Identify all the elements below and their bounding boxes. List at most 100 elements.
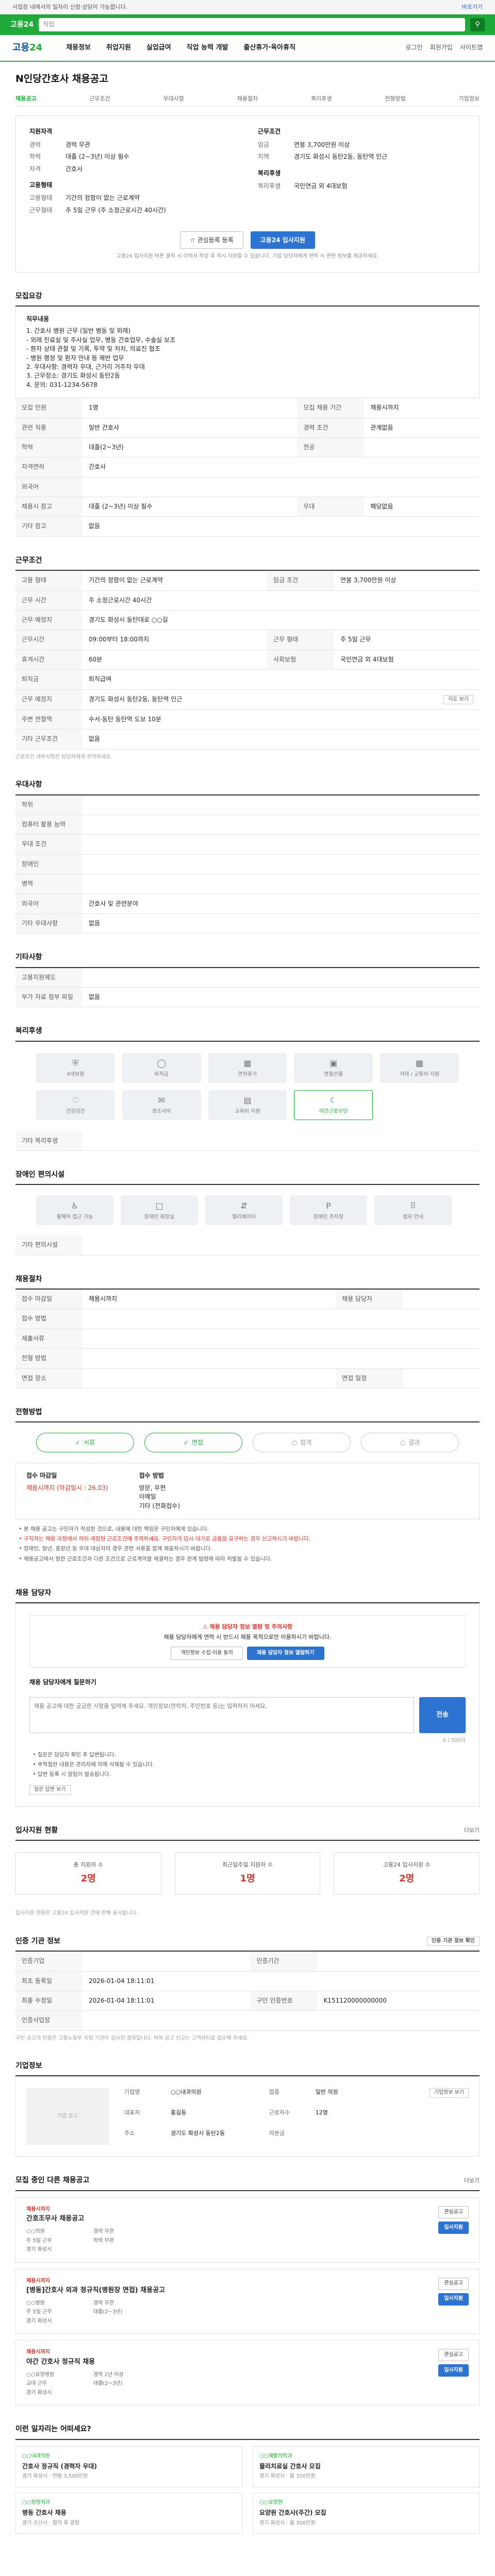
section-work: 근무조건 고용 형태 기간의 정함이 없는 근로계약 임금 조건 연봉 3,700만원… <box>15 555 480 761</box>
section-company: 기업정보 기업 로고 기업명 ○○내과의원 업종 일반 의원 대표자 홍길동 근로자수 12… <box>15 2061 480 2157</box>
section-recommend: 이런 일자리는 어떠세요? ○○내과의원 간호사 정규직 (경력자 우대) 경기 화… <box>15 2424 480 2534</box>
save-button[interactable]: ☆ 관심등록 등록 <box>180 231 243 249</box>
sitemap-link[interactable]: 사이트맵 <box>460 43 483 52</box>
welfare-item: ▩ 식대 / 교통비 지원 <box>380 1053 459 1083</box>
signup-link[interactable]: 회원가입 <box>430 43 453 52</box>
nav-item-leave[interactable]: 출산휴가·육아휴직 <box>244 43 296 53</box>
tab-process[interactable]: 채용절차 <box>237 95 258 103</box>
heart-icon: ♡ <box>72 1095 79 1105</box>
welfare-item: ⛨ 4대보험 <box>36 1053 115 1083</box>
consent-button[interactable]: 개인정보 수집·이용 동의 <box>171 1646 243 1660</box>
recommend-card[interactable]: ○○내과의원 간호사 정규직 (경력자 우대) 경기 화성시 · 연봉 3,500만… <box>15 2446 242 2487</box>
view-answers-button[interactable]: 질문 답변 보기 <box>29 1785 71 1795</box>
section-pref: 우대사항 학위 컴퓨터 활용 능력 우대 조건 장애인 병역 외국어 간호사 및 … <box>15 779 480 934</box>
step-result: ○ 결과 <box>361 1433 459 1453</box>
welfare-item: ▣ 명절선물 <box>294 1053 373 1083</box>
summary-card: 지원자격 경력 경력 무관 학력 대졸 (2~3년) 이상 필수 자격 간호사 고용형… <box>15 115 480 273</box>
section-other: 기타사항 고용지원제도 부가 자료 첨부 파일 없음 <box>15 952 480 1008</box>
bookmark-button[interactable]: 관심공고 <box>438 2349 469 2362</box>
content: N인당간호사 채용공고 채용공고 근무조건 우대사항 채용절차 복리후생 전형방… <box>15 62 480 2534</box>
work-note: 근로조건 세부사항은 담당자에게 문의하세요. <box>15 754 112 760</box>
nav-item-employment[interactable]: 취업지원 <box>106 43 131 53</box>
nav-item-jobs[interactable]: 채용정보 <box>66 43 91 53</box>
search-logo[interactable]: 고용24 <box>10 20 34 30</box>
tab-recruit[interactable]: 채용공고 <box>15 95 36 103</box>
summary-label: 고용형태 <box>29 181 53 189</box>
recommend-card[interactable]: ○○요양원 요양원 간호사(주간) 모집 경기 화성시 · 월 300만원 <box>253 2492 480 2534</box>
section-recruit: 모집요강 직무내용 1. 간호사 병원 근무 (일반 병동 및 외래) - 외래 … <box>15 291 480 537</box>
nav-item-training[interactable]: 직업 능력 개발 <box>187 43 228 53</box>
view-contact-button[interactable]: 채용 담당자 정보 열람하기 <box>246 1646 324 1660</box>
moon-icon: ☾ <box>329 1095 337 1105</box>
process-notes: 본 채용 공고는 구인자가 작성한 것으로, 내용에 대한 책임은 구인자에게 … <box>15 1519 480 1569</box>
tab-pref[interactable]: 우대사항 <box>163 95 184 103</box>
page-title: N인당간호사 채용공고 <box>15 73 108 84</box>
tab-method[interactable]: 전형방법 <box>385 95 405 103</box>
contact-notice: ⚠ 채용 담당자 정보 열람 및 주의사항 채용 담당자에게 연락 시 반드시 … <box>29 1615 466 1668</box>
warning-icon: ⚠ <box>202 1623 210 1631</box>
gift-icon: ▣ <box>329 1058 338 1068</box>
recommend-card[interactable]: ○○재활의학과 물리치료실 간호사 모집 경기 화성시 · 월 320만원 <box>253 2446 480 2487</box>
wheelchair-icon: ♿ <box>71 1200 79 1211</box>
apply-button[interactable]: 입사지원 <box>438 2221 469 2234</box>
nav-item-unemployment[interactable]: 실업급여 <box>146 43 171 53</box>
search-icon[interactable]: ⚲ <box>470 18 485 31</box>
apply-button[interactable]: 입사지원 <box>438 2364 469 2377</box>
list-item[interactable]: 채용시까지 간호조무사 채용공고 ○○의원 경력 무관 주 5일 근무 학력 무관 경기 … <box>15 2197 480 2263</box>
calendar-icon: ▦ <box>243 1058 252 1068</box>
search-input[interactable]: 직업 <box>39 18 465 31</box>
parking-icon: P <box>326 1200 331 1211</box>
apply-note: 고용24 입사지원 버튼 클릭 시 이력서 작성 후 즉시 지원할 수 있습니다… <box>116 253 379 260</box>
check-icon: ✓ <box>183 1438 189 1446</box>
status-more-link[interactable]: 더보기 <box>464 1826 480 1835</box>
info-button[interactable]: 인증 기관 정보 확인 <box>426 1936 480 1946</box>
disability-grid: ♿ 휠체어 접근 가능 □ 장애인 화장실 ⇵ 엘리베이터 P 장애인 주차장 ⠿ 점자 … <box>15 1185 480 1235</box>
apply-button[interactable]: 입사지원 <box>438 2293 469 2306</box>
pref-table: 학위 컴퓨터 활용 능력 우대 조건 장애인 병역 외국어 간호사 및 관련분야 … <box>15 795 480 934</box>
list-item[interactable]: 채용시까지 야간 간호사 정규직 채용 ○○요양병원 경력 2년 이상 교대 근무 대졸… <box>15 2340 480 2406</box>
facility-item: P 장애인 주차장 <box>290 1195 367 1226</box>
star-icon: ☆ <box>190 236 197 244</box>
braille-icon: ⠿ <box>410 1200 416 1211</box>
section-similar: 모집 중인 다른 채용공고 더보기 채용시까지 간호조무사 채용공고 ○○의원 경력 … <box>15 2175 480 2406</box>
recommend-card[interactable]: ○○정형외과 병동 간호사 채용 경기 오산시 · 협의 후 결정 <box>15 2492 242 2534</box>
section-process: 전형방법 ✓ 서류 ✓ 면접 ○ 합격 ○ 결과 접수 마감일 채용시까지 (마감일시 :… <box>15 1407 480 1569</box>
section-manager: 채용절차 접수 마감일 채용시까지 채용 담당자 접수 방법 제출서류 전형 방법 … <box>15 1274 480 1389</box>
facility-item: ⇵ 엘리베이터 <box>205 1195 283 1226</box>
brand-logo[interactable]: 고용24 <box>12 41 42 55</box>
welfare-item: ▦ 연차휴가 <box>208 1053 287 1083</box>
top-notice-link[interactable]: 바로가기 <box>462 3 483 11</box>
tab-work[interactable]: 근무조건 <box>89 95 110 103</box>
company-info-button[interactable]: 기업정보 보기 <box>429 2088 469 2098</box>
apply-button[interactable]: 고용24 입사지원 <box>250 231 315 249</box>
question-input[interactable] <box>29 1697 414 1734</box>
dot-icon: ○ <box>400 1438 406 1446</box>
send-question-button[interactable]: 전송 <box>419 1697 466 1734</box>
recruit-table: 모집 인원 1명 모집 채용 기간 채용시까지 관련 직종 일반 간호사 경력 조건 관계없… <box>15 398 480 537</box>
section-status: 입사지원 현황 더보기 총 지원자 수 2명 최근일주일 지원자 수 1명 고용24 … <box>15 1826 480 1917</box>
tab-welfare[interactable]: 복리후생 <box>311 95 332 103</box>
login-link[interactable]: 로그인 <box>406 43 423 52</box>
step-document: ✓ 서류 <box>36 1433 134 1453</box>
facility-item: □ 장애인 화장실 <box>121 1195 198 1226</box>
map-button[interactable]: 지도 보기 <box>443 694 473 705</box>
stat-card: 최근일주일 지원자 수 1명 <box>174 1852 321 1895</box>
stat-card: 총 지원자 수 2명 <box>15 1852 161 1895</box>
book-icon: ▤ <box>243 1095 252 1105</box>
coin-icon: ◯ <box>157 1058 167 1068</box>
top-notice-text: 사업장 내에서의 일자리 신청·상담이 가능합니다. <box>12 3 128 10</box>
bookmark-button[interactable]: 관심공고 <box>438 2206 469 2218</box>
step-interview: ✓ 면접 <box>144 1433 242 1453</box>
section-tabs: 채용공고 근무조건 우대사항 채용절차 복리후생 전형방법 기업정보 <box>15 92 480 107</box>
bookmark-button[interactable]: 관심공고 <box>438 2277 469 2290</box>
tab-company[interactable]: 기업정보 <box>459 95 480 103</box>
section-info: 인증 기관 정보 인증 기관 정보 확인 인증기업 인증기간 최초 등록일 2026-… <box>15 1936 480 2042</box>
list-item[interactable]: 채용시까지 [병동]간호사 외과 정규직(병원장 면접) 채용공고 ○○병원 경력 … <box>15 2268 480 2334</box>
shield-icon: ⛨ <box>72 1058 79 1068</box>
envelope-icon: ✉ <box>158 1095 165 1105</box>
welfare-item: ▤ 교육비 지원 <box>208 1090 287 1120</box>
step-pass: ○ 합격 <box>253 1433 351 1453</box>
manager-table: 접수 마감일 채용시까지 채용 담당자 접수 방법 제출서류 전형 방법 면접 장소… <box>15 1290 480 1389</box>
similar-more-link[interactable]: 더보기 <box>464 2177 480 2185</box>
question-count: 0 / 500자 <box>442 1738 466 1744</box>
